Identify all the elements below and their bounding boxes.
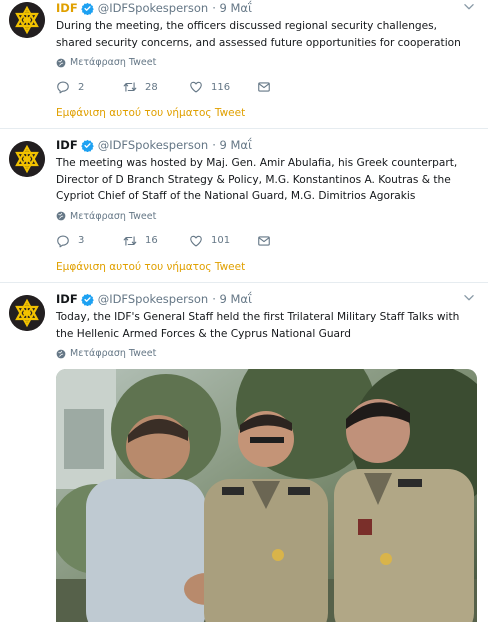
reply-button[interactable]: 2 [56, 80, 123, 94]
author-handle[interactable]: @IDFSpokesperson [98, 292, 209, 306]
retweet-button[interactable]: 28 [123, 80, 189, 94]
tweet-date[interactable]: · 9 Μαΐ [212, 1, 252, 15]
retweet-button[interactable]: 16 [123, 234, 189, 248]
reply-button[interactable]: 3 [56, 234, 123, 248]
tweet-actions: 3 16 101 [56, 233, 476, 249]
retweet-count: 16 [145, 235, 158, 246]
translate-label[interactable]: Μετάφραση Tweet [70, 348, 156, 359]
tweet-header: IDF @IDFSpokesperson · 9 Μαΐ [56, 291, 476, 307]
translate-label[interactable]: Μετάφραση Tweet [70, 211, 156, 222]
verified-badge-icon [81, 293, 94, 306]
tweet-header: IDF @IDFSpokesperson · 9 Μαΐ [56, 137, 476, 153]
like-count: 116 [211, 81, 231, 93]
tweet-feed[interactable]: IDF @IDFSpokesperson · 9 Μαΐ During the … [0, 0, 488, 622]
chevron-down-icon[interactable] [462, 291, 476, 305]
envelope-icon [257, 234, 271, 248]
idf-logo-icon [9, 141, 45, 177]
idf-logo-icon [9, 295, 45, 331]
retweet-count: 28 [145, 81, 158, 93]
author-name[interactable]: IDF [56, 1, 78, 15]
globe-icon [56, 211, 66, 221]
like-button[interactable]: 116 [189, 80, 257, 94]
chevron-down-icon[interactable] [462, 0, 476, 14]
like-count: 101 [211, 235, 231, 246]
author-handle[interactable]: @IDFSpokesperson [98, 138, 209, 152]
show-thread-link[interactable]: Εμφάνιση αυτού του νήματος Tweet [56, 107, 476, 119]
avatar[interactable] [9, 141, 45, 177]
translate-label[interactable]: Μετάφραση Tweet [70, 57, 156, 68]
retweet-icon [123, 80, 137, 94]
tweet-header: IDF @IDFSpokesperson · 9 Μαΐ [56, 0, 476, 16]
tweet-actions: 2 28 116 [56, 79, 476, 95]
show-thread-link[interactable]: Εμφάνιση αυτού του νήματος Tweet [56, 261, 476, 273]
heart-icon [189, 234, 203, 248]
translate-link[interactable]: Μετάφραση Tweet [56, 211, 476, 222]
heart-icon [189, 80, 203, 94]
reply-icon [56, 80, 70, 94]
author-name[interactable]: IDF [56, 138, 78, 152]
globe-icon [56, 349, 66, 359]
idf-logo-icon [9, 2, 45, 38]
author-name[interactable]: IDF [56, 292, 78, 306]
tweet[interactable]: IDF @IDFSpokesperson · 9 Μαΐ The meeting… [0, 129, 488, 283]
tweet[interactable]: IDF @IDFSpokesperson · 9 Μαΐ Today, the … [0, 283, 488, 622]
translate-link[interactable]: Μετάφραση Tweet [56, 348, 476, 359]
verified-badge-icon [81, 2, 94, 15]
verified-badge-icon [81, 139, 94, 152]
translate-link[interactable]: Μετάφραση Tweet [56, 57, 476, 68]
tweet-text: During the meeting, the officers discuss… [56, 20, 461, 49]
reply-count: 2 [78, 81, 85, 93]
avatar[interactable] [9, 2, 45, 38]
tweet-date[interactable]: · 9 Μαΐ [212, 292, 252, 306]
envelope-icon [257, 80, 271, 94]
reply-count: 3 [78, 235, 85, 246]
author-handle[interactable]: @IDFSpokesperson [98, 1, 209, 15]
direct-message-button[interactable] [257, 234, 279, 248]
tweet-text: The meeting was hosted by Maj. Gen. Amir… [56, 157, 458, 202]
like-button[interactable]: 101 [189, 234, 257, 248]
globe-icon [56, 58, 66, 68]
avatar[interactable] [9, 295, 45, 331]
direct-message-button[interactable] [257, 80, 279, 94]
tweet-photo[interactable] [56, 369, 477, 622]
retweet-icon [123, 234, 137, 248]
tweet[interactable]: IDF @IDFSpokesperson · 9 Μαΐ During the … [0, 0, 488, 129]
tweet-date[interactable]: · 9 Μαΐ [212, 138, 252, 152]
officers-photo [56, 369, 477, 622]
tweet-text: Today, the IDF's General Staff held the … [56, 311, 460, 340]
reply-icon [56, 234, 70, 248]
